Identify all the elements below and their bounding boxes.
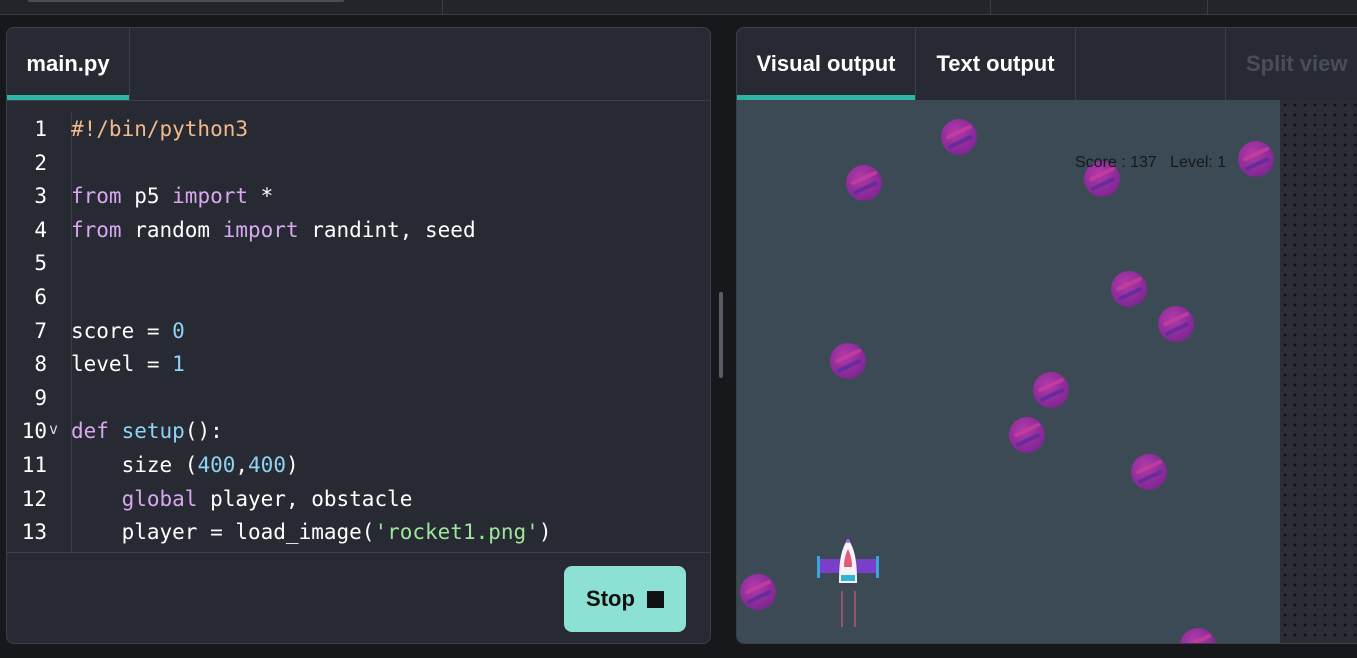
planet-icon bbox=[1131, 454, 1167, 490]
line-number: 9 bbox=[34, 385, 47, 410]
line-number: 4 bbox=[34, 217, 47, 242]
code-token: size ( bbox=[71, 453, 198, 477]
code-line[interactable]: 4 from random import randint, seed bbox=[7, 213, 710, 247]
planet-icon bbox=[1009, 417, 1045, 453]
code-token: level = bbox=[71, 352, 173, 377]
stop-square-icon bbox=[646, 590, 664, 608]
code-line[interactable]: 1 #!/bin/python3 bbox=[7, 112, 710, 146]
planet-icon bbox=[846, 165, 882, 201]
code-token: from bbox=[71, 184, 122, 209]
code-token: ) bbox=[538, 520, 552, 545]
code-line[interactable]: 5 bbox=[7, 246, 710, 280]
line-number: 8 bbox=[34, 352, 47, 377]
code-token: p5 bbox=[121, 184, 173, 209]
code-text: player = load_image('rocket1.png') bbox=[71, 515, 552, 549]
planet-icon bbox=[1180, 628, 1216, 643]
planet-icon bbox=[740, 574, 776, 610]
code-text: size (400,400) bbox=[71, 448, 299, 482]
code-text: level = 1 bbox=[71, 347, 185, 381]
visual-output-canvas[interactable]: Score : 137 Level: 1 bbox=[737, 100, 1280, 643]
code-text: from p5 import * bbox=[71, 179, 273, 213]
code-text: def setup(): bbox=[71, 414, 223, 448]
top-bar bbox=[0, 0, 1357, 15]
code-token: 0 bbox=[172, 318, 185, 343]
code-line[interactable]: 8 level = 1 bbox=[7, 347, 710, 381]
code-token: def bbox=[71, 419, 109, 444]
panel-resize-handle[interactable] bbox=[719, 292, 723, 378]
line-number: 13 bbox=[21, 520, 47, 545]
code-token: ) bbox=[285, 453, 299, 477]
code-token: player, obstacle bbox=[197, 486, 413, 511]
line-number: 7 bbox=[34, 318, 47, 343]
code-token: 'rocket1.png' bbox=[374, 520, 539, 545]
code-line[interactable]: 11 size (400,400) bbox=[7, 448, 710, 482]
code-token: import bbox=[222, 217, 299, 242]
code-token: player = load_image( bbox=[71, 520, 375, 545]
code-token: 400 bbox=[248, 453, 286, 477]
code-line[interactable]: 12 global player, obstacle bbox=[7, 482, 710, 516]
code-token: setup bbox=[121, 419, 185, 444]
output-panel: Visual output Text output Split view Sco… bbox=[736, 27, 1357, 644]
code-token: (): bbox=[184, 419, 223, 444]
tab-text-output[interactable]: Text output bbox=[916, 28, 1076, 100]
line-number: 2 bbox=[34, 150, 47, 175]
split-view-button[interactable]: Split view bbox=[1225, 28, 1357, 100]
code-text: global player, obstacle bbox=[71, 482, 413, 516]
code-token: random bbox=[121, 217, 223, 242]
code-line[interactable]: 13 player = load_image('rocket1.png') bbox=[7, 515, 710, 549]
code-area[interactable]: 1 #!/bin/python3 2 3 from p5 import * 4 from r… bbox=[7, 112, 710, 552]
tab-main-py[interactable]: main.py bbox=[7, 28, 130, 100]
code-text: score = 0 bbox=[71, 314, 185, 348]
code-token: import bbox=[172, 184, 249, 209]
code-token: randint, seed bbox=[298, 217, 476, 242]
top-bar-segment bbox=[991, 0, 1208, 14]
code-token: * bbox=[248, 184, 274, 209]
code-line[interactable]: 9 bbox=[7, 381, 710, 415]
code-token: global bbox=[121, 486, 198, 511]
score-level-readout: Score : 137 Level: 1 bbox=[1075, 154, 1227, 171]
stop-button[interactable]: Stop bbox=[564, 566, 686, 632]
code-line[interactable]: 2 bbox=[7, 146, 710, 180]
stop-button-label: Stop bbox=[586, 586, 635, 611]
code-text: from random import randint, seed bbox=[71, 213, 476, 247]
tab-visual-output[interactable]: Visual output bbox=[737, 28, 916, 100]
code-token: from bbox=[71, 217, 122, 242]
planet-icon bbox=[1033, 372, 1069, 408]
planet-icon bbox=[1158, 306, 1194, 342]
editor-footer: Stop bbox=[7, 552, 710, 643]
code-editor-panel: main.py 1 #!/bin/python3 2 3 from p5 import … bbox=[6, 27, 711, 644]
canvas-background-margin bbox=[1280, 100, 1357, 643]
code-line[interactable]: 7 score = 0 bbox=[7, 314, 710, 348]
top-bar-segment bbox=[0, 0, 443, 14]
code-token: 400 bbox=[197, 453, 236, 477]
planet-icon bbox=[1111, 271, 1147, 307]
code-line[interactable]: 6 bbox=[7, 280, 710, 314]
line-number: 5 bbox=[34, 251, 47, 276]
output-tab-bar: Visual output Text output Split view bbox=[737, 28, 1357, 101]
chevron-down-icon[interactable]: v bbox=[49, 420, 58, 438]
code-line[interactable]: 3 from p5 import * bbox=[7, 179, 710, 213]
line-number: 1 bbox=[34, 117, 47, 141]
line-number: 3 bbox=[34, 184, 47, 209]
line-number: 12 bbox=[21, 486, 47, 511]
planet-icon bbox=[830, 343, 866, 379]
planet-icon bbox=[1238, 141, 1274, 177]
code-token: score = bbox=[71, 318, 173, 343]
code-token: 1 bbox=[172, 352, 185, 377]
code-token: #!/bin/python3 bbox=[71, 117, 249, 141]
code-token: , bbox=[235, 453, 249, 477]
editor-tab-bar: main.py bbox=[7, 28, 710, 101]
line-number: 6 bbox=[34, 285, 47, 309]
top-bar-segment bbox=[443, 0, 991, 14]
planet-icon bbox=[941, 119, 977, 155]
code-text: #!/bin/python3 bbox=[71, 112, 248, 146]
line-number: 11 bbox=[21, 453, 47, 477]
rocket-icon bbox=[817, 539, 879, 627]
code-line[interactable]: 10 v def setup(): bbox=[7, 414, 710, 448]
line-number: 10 bbox=[21, 419, 47, 444]
